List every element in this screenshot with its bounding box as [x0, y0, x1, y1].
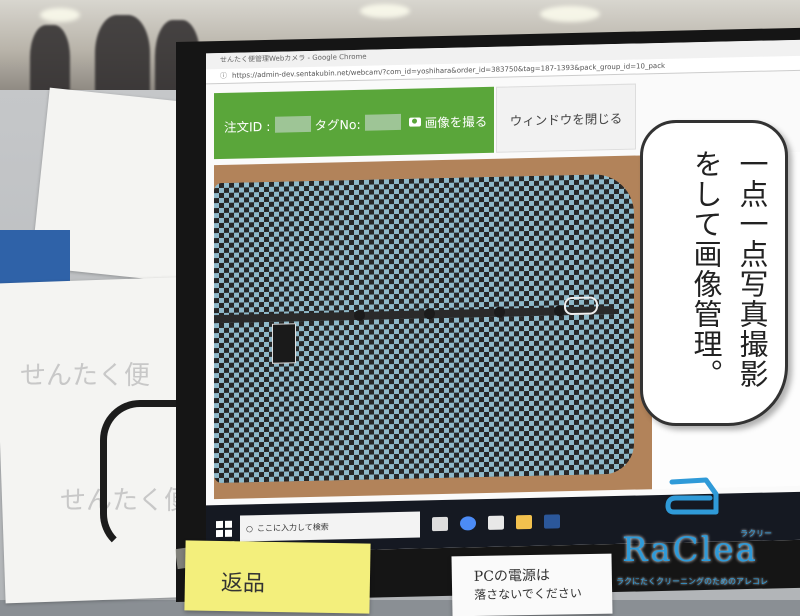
speech-bubble: 一点一点写真撮影 をして画像管理。 [640, 120, 788, 426]
close-window-button[interactable]: ウィンドウを閉じる [496, 83, 636, 153]
word-icon[interactable] [544, 514, 560, 529]
search-icon: ○ [246, 523, 253, 533]
capture-button[interactable]: 画像を撮る [425, 110, 488, 130]
brand-tagline: ラクにたくクリーニングのためのアレコレ [616, 577, 768, 586]
ceiling-light [360, 4, 410, 18]
chrome-icon[interactable] [460, 516, 476, 531]
sticky-note-line-1: PCの電源は [473, 567, 551, 586]
folder-icon[interactable] [516, 514, 532, 530]
garment-brand-tag [272, 323, 296, 364]
raclea-logo-icon [665, 477, 719, 515]
bubble-line-1: 一点一点写真撮影 [735, 149, 769, 389]
mail-icon[interactable] [488, 515, 504, 530]
tag-no-label: タグNo: [314, 116, 361, 133]
ceiling-light [40, 8, 80, 22]
tag-no-redacted [364, 113, 401, 131]
task-view-icon[interactable] [432, 516, 448, 532]
sticky-note-line-2: 落さないでください [474, 586, 582, 603]
search-placeholder: ここに入力して検索 [256, 522, 329, 533]
sticky-note-right: PCの電源は 落さないでください [451, 553, 613, 616]
browser-title: せんたく便管理Webカメラ - Google Chrome [220, 52, 367, 65]
ceiling-light [540, 6, 600, 22]
order-id-label: 注文ID : [224, 118, 271, 135]
form-title: せんたく便 [20, 361, 151, 391]
taskbar-search[interactable]: ○ ここに入力して検索 [240, 511, 420, 542]
lock-icon: ⓘ [220, 71, 227, 81]
sticky-note-left: 返品 [184, 540, 371, 614]
garment-ribbon [564, 296, 598, 316]
sticky-note-text: 返品 [220, 571, 266, 597]
bubble-line-2: をして画像管理。 [689, 149, 723, 389]
windows-icon[interactable] [216, 520, 232, 538]
camera-icon[interactable] [408, 116, 421, 127]
order-id-redacted [274, 115, 311, 133]
toolbar: 注文ID : タグNo: 画像を撮る [214, 86, 494, 160]
camera-preview [214, 155, 652, 500]
brand-name: RaClea [622, 530, 758, 570]
